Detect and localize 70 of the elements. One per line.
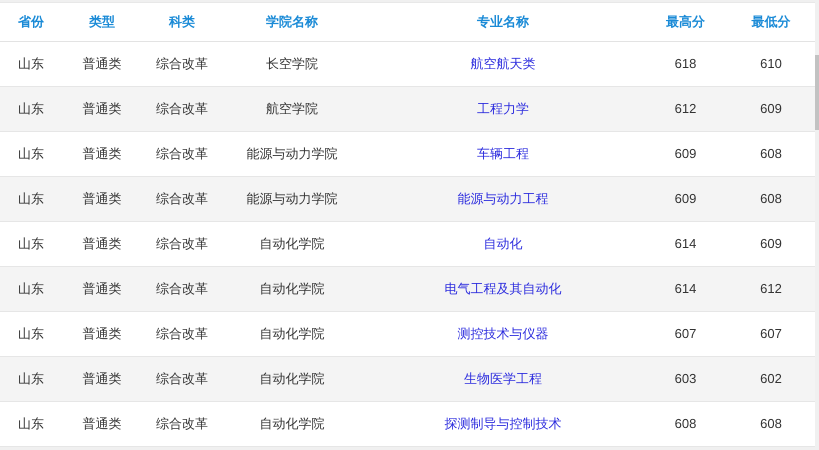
table-cell-text: 山东 <box>18 235 44 254</box>
table-cell-text: 自动化学院 <box>260 235 324 254</box>
table-cell-text: 609 <box>760 100 782 118</box>
table-cell-text: 608 <box>760 145 782 164</box>
major-link[interactable]: 工程力学 <box>477 99 529 119</box>
table-cell-text: 普通类 <box>82 325 122 344</box>
column-header: 专业名称 <box>477 13 529 32</box>
column-header: 省份 <box>18 13 44 32</box>
table-cell-text: 综合改革 <box>156 325 208 344</box>
table-cell-text: 609 <box>674 190 696 208</box>
table-cell-text: 602 <box>760 370 782 388</box>
table-cell-text: 综合改革 <box>156 100 208 118</box>
table-cell-text: 614 <box>674 235 696 254</box>
table-cell-text: 普通类 <box>82 415 122 434</box>
table-cell-text: 自动化学院 <box>260 325 324 344</box>
major-link[interactable]: 生物医学工程 <box>464 369 542 389</box>
table-cell-text: 609 <box>760 235 782 254</box>
column-header: 类型 <box>89 13 115 32</box>
table-cell-text: 607 <box>674 325 696 344</box>
table-cell-text: 609 <box>674 145 696 164</box>
table-cell-text: 普通类 <box>82 55 122 74</box>
table-cell-text: 自动化学院 <box>260 415 324 434</box>
column-header: 学院名称 <box>266 13 318 32</box>
table-cell-text: 综合改革 <box>156 415 208 434</box>
table-cell-text: 综合改革 <box>156 235 208 254</box>
major-link[interactable]: 探测制导与控制技术 <box>444 414 562 434</box>
table-cell-text: 自动化学院 <box>260 280 324 298</box>
table-cell-text: 普通类 <box>82 100 122 118</box>
table-cell-text: 山东 <box>18 100 44 118</box>
table-cell-text: 608 <box>674 415 696 434</box>
table-cell-text: 普通类 <box>82 190 122 208</box>
major-link[interactable]: 航空航天类 <box>470 54 536 74</box>
table-cell-text: 山东 <box>18 370 44 388</box>
table-cell-text: 山东 <box>18 415 44 434</box>
table-cell-text: 普通类 <box>82 280 122 298</box>
table-cell-text: 山东 <box>18 325 44 344</box>
table-cell-text: 608 <box>760 190 782 208</box>
major-link[interactable]: 能源与动力工程 <box>458 189 548 209</box>
column-header: 科类 <box>169 13 195 32</box>
table-cell-text: 山东 <box>18 55 44 74</box>
table-cell-text: 618 <box>674 55 696 74</box>
table-cell-text: 612 <box>674 100 696 118</box>
table-cell-text: 普通类 <box>82 370 122 388</box>
table-cell-text: 能源与动力学院 <box>246 145 338 164</box>
major-link[interactable]: 测控技术与仪器 <box>458 324 548 344</box>
table-cell-text: 普通类 <box>82 145 122 164</box>
table-cell-text: 山东 <box>18 280 44 298</box>
table-cell-text: 610 <box>760 55 782 74</box>
column-header: 最低分 <box>752 13 790 32</box>
column-header: 最高分 <box>666 13 705 32</box>
table-cell-text: 608 <box>760 415 782 434</box>
table-cell-text: 山东 <box>18 190 44 208</box>
table-cell-text: 山东 <box>18 145 44 164</box>
major-link[interactable]: 车辆工程 <box>477 144 529 164</box>
table-cell-text: 自动化学院 <box>260 370 324 388</box>
table-cell-text: 607 <box>760 325 782 344</box>
table-cell-text: 综合改革 <box>156 370 208 388</box>
table-cell-text: 614 <box>674 280 696 298</box>
table-cell-text: 长空学院 <box>266 55 318 74</box>
table-cell-text: 综合改革 <box>156 145 208 164</box>
table-cell-text: 综合改革 <box>156 280 208 298</box>
table-cell-text: 普通类 <box>82 235 122 254</box>
table-cell-text: 603 <box>674 370 696 388</box>
major-link[interactable]: 自动化 <box>484 234 522 254</box>
table-cell-text: 综合改革 <box>156 55 208 74</box>
table-cell-text: 综合改革 <box>156 190 208 208</box>
table-cell-text: 航空学院 <box>266 100 318 118</box>
table-cell-text: 能源与动力学院 <box>246 190 338 208</box>
major-link[interactable]: 电气工程及其自动化 <box>444 279 562 299</box>
table-cell-text: 612 <box>760 280 782 298</box>
